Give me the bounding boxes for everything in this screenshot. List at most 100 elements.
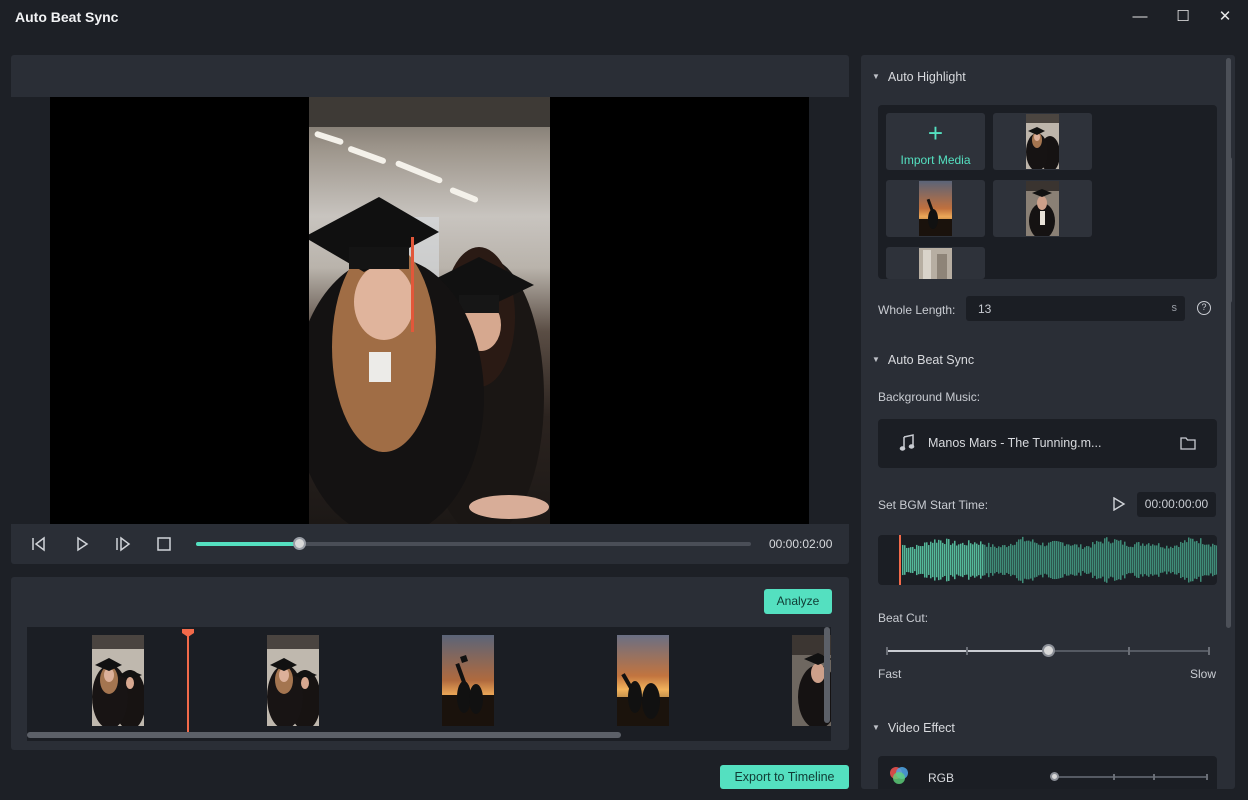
media-tile[interactable] bbox=[993, 180, 1092, 237]
media-tile[interactable] bbox=[886, 247, 985, 279]
beat-cut-thumb[interactable] bbox=[1042, 644, 1055, 657]
import-media-label: Import Media bbox=[900, 153, 971, 167]
waveform-bar bbox=[960, 543, 962, 577]
waveform-bar bbox=[1070, 545, 1072, 575]
export-to-timeline-button[interactable]: Export to Timeline bbox=[720, 765, 849, 789]
waveform-bar bbox=[926, 542, 928, 578]
waveform-bar bbox=[1184, 540, 1186, 580]
auto-highlight-header[interactable]: ▼ Auto Highlight bbox=[872, 70, 966, 84]
help-icon[interactable]: ? bbox=[1197, 301, 1211, 315]
settings-scrollbar[interactable] bbox=[1226, 58, 1231, 628]
waveform-bar bbox=[1206, 544, 1208, 576]
collapse-triangle-icon: ▼ bbox=[872, 72, 880, 81]
bgm-play-icon[interactable] bbox=[1112, 497, 1126, 511]
minimize-button[interactable]: — bbox=[1128, 6, 1152, 28]
beat-fast-label: Fast bbox=[878, 667, 902, 681]
clip-strip[interactable] bbox=[27, 627, 831, 741]
media-tile[interactable] bbox=[886, 180, 985, 237]
waveform-bar bbox=[1008, 545, 1010, 575]
music-note-icon bbox=[899, 434, 915, 451]
prev-frame-icon[interactable] bbox=[29, 534, 49, 554]
next-frame-icon[interactable] bbox=[113, 534, 133, 554]
clip-thumbnail[interactable] bbox=[267, 635, 319, 726]
waveform-bar bbox=[1126, 545, 1128, 575]
media-thumbnail bbox=[919, 181, 952, 236]
waveform-bar bbox=[962, 542, 964, 578]
beat-cut-label: Beat Cut: bbox=[878, 611, 929, 625]
video-effect-header[interactable]: ▼ Video Effect bbox=[872, 721, 955, 735]
waveform-bar bbox=[1120, 540, 1122, 580]
waveform-bar bbox=[1192, 538, 1194, 582]
maximize-button[interactable]: ☐ bbox=[1171, 6, 1195, 28]
waveform-bar bbox=[1016, 541, 1018, 579]
waveform-bar bbox=[1200, 538, 1202, 582]
folder-icon[interactable] bbox=[1180, 436, 1196, 450]
waveform-bar bbox=[1088, 546, 1090, 574]
waveform-bar bbox=[1134, 544, 1136, 576]
waveform-bar bbox=[988, 542, 990, 578]
waveform-bar bbox=[1166, 545, 1168, 575]
beat-cut-slider[interactable] bbox=[886, 644, 1210, 657]
slider-tick bbox=[886, 647, 888, 655]
waveform-bar bbox=[1104, 538, 1106, 582]
waveform-bar bbox=[1090, 547, 1092, 573]
effect-intensity-thumb[interactable] bbox=[1050, 772, 1059, 781]
waveform-bar bbox=[1142, 543, 1144, 577]
close-button[interactable]: ✕ bbox=[1213, 6, 1237, 28]
clip-thumbnail[interactable] bbox=[442, 635, 494, 726]
waveform-bar bbox=[968, 540, 970, 580]
media-tile[interactable] bbox=[993, 113, 1092, 170]
stop-icon[interactable] bbox=[154, 534, 174, 554]
clip-thumbnail[interactable] bbox=[617, 635, 669, 726]
waveform-bar bbox=[984, 544, 986, 576]
waveform-bar bbox=[1210, 546, 1212, 574]
waveform-bar bbox=[974, 542, 976, 578]
waveform-bar bbox=[998, 546, 1000, 574]
bgm-start-time-input[interactable]: 00:00:00:00 bbox=[1137, 492, 1216, 517]
waveform-bar bbox=[996, 548, 998, 572]
waveform-bar bbox=[1138, 542, 1140, 578]
waveform-bar bbox=[952, 543, 954, 577]
waveform-bar bbox=[1132, 547, 1134, 573]
waveform-bar bbox=[1186, 542, 1188, 578]
waveform-bar bbox=[1082, 548, 1084, 572]
clip-thumbnail[interactable] bbox=[92, 635, 144, 726]
media-library: + Import Media bbox=[878, 105, 1232, 303]
slider-tick bbox=[966, 647, 968, 655]
waveform-bar bbox=[1018, 539, 1020, 581]
waveform-bar bbox=[1144, 545, 1146, 575]
waveform-bar bbox=[992, 544, 994, 576]
background-music-selector[interactable]: Manos Mars - The Tunning.m... bbox=[878, 419, 1217, 468]
import-media-button[interactable]: + Import Media bbox=[886, 113, 985, 170]
waveform-playhead bbox=[899, 535, 901, 585]
audio-waveform[interactable] bbox=[878, 535, 1217, 585]
play-icon[interactable] bbox=[72, 534, 92, 554]
whole-length-input[interactable]: 13 s bbox=[966, 296, 1185, 321]
background-music-label: Background Music: bbox=[878, 390, 981, 404]
analyze-button[interactable]: Analyze bbox=[764, 589, 832, 614]
waveform-bar bbox=[1030, 541, 1032, 579]
timeline-vertical-scrollbar[interactable] bbox=[824, 627, 830, 723]
auto-beat-sync-header[interactable]: ▼ Auto Beat Sync bbox=[872, 353, 974, 367]
waveform-bar bbox=[1084, 547, 1086, 573]
effect-intensity-slider[interactable] bbox=[1050, 772, 1208, 781]
waveform-bar bbox=[1148, 543, 1150, 577]
waveform-bar bbox=[1096, 540, 1098, 580]
media-thumbnail bbox=[1026, 114, 1059, 169]
waveform-bar bbox=[1202, 544, 1204, 576]
waveform-bar bbox=[1108, 541, 1110, 579]
timeline-horizontal-scrollbar[interactable] bbox=[27, 732, 621, 738]
waveform-bar bbox=[1086, 545, 1088, 575]
waveform-bar bbox=[1158, 543, 1160, 577]
waveform-bar bbox=[936, 542, 938, 578]
playback-thumb[interactable] bbox=[292, 537, 306, 550]
waveform-bar bbox=[1074, 544, 1076, 576]
playback-slider[interactable] bbox=[196, 542, 751, 546]
waveform-bar bbox=[1068, 544, 1070, 576]
playhead-line[interactable] bbox=[187, 630, 189, 734]
waveform-bar bbox=[1040, 545, 1042, 575]
video-effect-row[interactable]: RGB bbox=[878, 756, 1217, 789]
waveform-bar bbox=[904, 545, 906, 575]
waveform-bar bbox=[1128, 546, 1130, 574]
waveform-bar bbox=[924, 542, 926, 578]
